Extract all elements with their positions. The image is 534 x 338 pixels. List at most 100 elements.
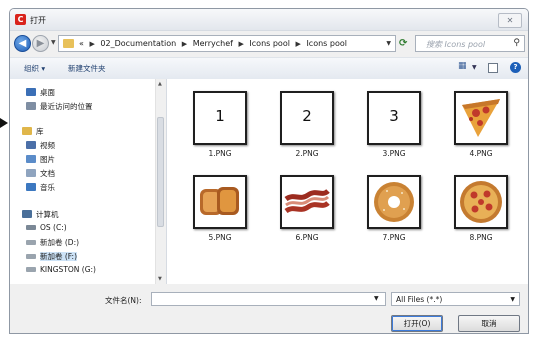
history-dropdown-icon[interactable]: ▼	[51, 39, 56, 46]
pizza-slice-icon	[462, 99, 500, 137]
sidebar-item-drive-d[interactable]: 新加卷 (D:)	[26, 237, 79, 249]
filetype-select[interactable]: All Files (*.*) ▼	[391, 292, 520, 306]
forward-arrow-icon[interactable]: ▶	[32, 35, 49, 52]
window-title: 打开	[30, 16, 46, 25]
filename-label: 文件名(N):	[105, 296, 142, 305]
file-item[interactable]: 5.PNG	[183, 171, 261, 251]
open-button[interactable]: 打开(O)	[391, 315, 443, 332]
help-icon[interactable]: ?	[510, 62, 521, 73]
breadcrumb-separator-icon: ▶	[238, 40, 244, 48]
app-logo-icon: C	[15, 14, 26, 25]
file-name: 5.PNG	[208, 233, 232, 242]
breadcrumb-separator-icon: ▶	[89, 40, 95, 48]
file-name: 3.PNG	[382, 149, 406, 158]
recent-places-icon	[26, 102, 36, 110]
file-item[interactable]: 8.PNG	[444, 171, 522, 251]
breadcrumb-item[interactable]: Icons pool	[306, 39, 347, 48]
toast-icon	[200, 187, 239, 215]
bagel-icon	[374, 182, 414, 222]
videos-icon	[26, 141, 36, 149]
pizza-icon	[460, 181, 502, 223]
close-button[interactable]: ✕	[498, 13, 522, 28]
bacon-icon	[284, 188, 330, 214]
file-thumbnail	[280, 175, 334, 229]
title-bar: C 打开 ✕	[10, 9, 528, 31]
folder-icon	[63, 39, 74, 48]
file-thumbnail: 3	[367, 91, 421, 145]
file-name: 8.PNG	[469, 233, 493, 242]
view-dropdown-icon[interactable]: ▼	[472, 64, 477, 78]
usb-drive-icon	[26, 267, 36, 272]
breadcrumb-separator-icon: ▶	[181, 40, 188, 48]
computer-icon	[22, 210, 32, 218]
file-item[interactable]: 4.PNG	[444, 87, 522, 167]
filename-input[interactable]	[151, 292, 386, 306]
search-icon[interactable]: ⚲	[513, 38, 520, 48]
pictures-icon	[26, 155, 36, 163]
file-name: 6.PNG	[295, 233, 319, 242]
address-dropdown-icon[interactable]: ▼	[386, 40, 391, 47]
breadcrumb-overflow[interactable]: «	[79, 39, 84, 48]
breadcrumb-item[interactable]: 02_Documentation	[100, 39, 176, 48]
sidebar-item-libraries[interactable]: 库	[22, 126, 44, 138]
file-name: 2.PNG	[295, 149, 319, 158]
chevron-down-icon: ▼	[510, 296, 515, 303]
drive-icon	[26, 240, 36, 245]
drive-icon	[26, 254, 36, 259]
scroll-down-icon[interactable]: ▼	[158, 276, 162, 282]
file-item[interactable]: 6.PNG	[270, 171, 348, 251]
breadcrumb: « ▶ 02_Documentation ▶ Merrychef ▶ Icons…	[79, 39, 347, 48]
file-thumbnail	[193, 175, 247, 229]
new-folder-button[interactable]: 新建文件夹	[68, 63, 106, 74]
file-item[interactable]: 7.PNG	[357, 171, 435, 251]
sidebar-item-drive-f[interactable]: 新加卷 (F:)	[26, 251, 77, 263]
navigation-pane: 桌面 最近访问的位置 库 视频 图片 文档 音乐 计算机 OS (C:) 新加卷…	[10, 79, 167, 284]
breadcrumb-item[interactable]: Icons pool	[249, 39, 290, 48]
breadcrumb-item[interactable]: Merrychef	[193, 39, 233, 48]
sidebar-item-computer[interactable]: 计算机	[22, 209, 59, 221]
file-thumbnail	[367, 175, 421, 229]
view-options-icon[interactable]: ▦	[458, 61, 467, 75]
file-name: 7.PNG	[382, 233, 406, 242]
sidebar-item-music[interactable]: 音乐	[26, 182, 55, 194]
organize-menu[interactable]: 组织 ▾	[24, 63, 45, 74]
file-item[interactable]: 1 1.PNG	[183, 87, 261, 167]
music-icon	[26, 183, 36, 191]
cancel-button[interactable]: 取消	[458, 315, 520, 332]
pointer-arrow	[0, 118, 8, 128]
open-file-dialog: C 打开 ✕ ◀ ▶ ▼ « ▶ 02_Documentation ▶ Merr…	[9, 8, 529, 334]
file-thumbnail	[454, 91, 508, 145]
file-thumbnail: 2	[280, 91, 334, 145]
scrollbar-thumb[interactable]	[157, 117, 164, 227]
sidebar-item-drive-c[interactable]: OS (C:)	[26, 223, 67, 235]
sidebar-scrollbar[interactable]: ▲ ▼	[155, 79, 166, 284]
preview-pane-icon[interactable]	[488, 63, 498, 73]
file-item[interactable]: 2 2.PNG	[270, 87, 348, 167]
breadcrumb-separator-icon: ▶	[295, 40, 301, 48]
sidebar-item-desktop[interactable]: 桌面	[26, 87, 55, 99]
file-list: 1 1.PNG 2 2.PNG 3 3.PNG 4.PNG 5.PNG 6.PN…	[167, 79, 528, 284]
refresh-icon[interactable]: ⟳	[399, 38, 407, 49]
file-name: 1.PNG	[208, 149, 232, 158]
back-arrow-icon[interactable]: ◀	[14, 35, 31, 52]
file-thumbnail	[454, 175, 508, 229]
drive-icon	[26, 225, 36, 230]
sidebar-item-recent[interactable]: 最近访问的位置	[26, 101, 93, 113]
sidebar-item-videos[interactable]: 视频	[26, 140, 55, 152]
file-name: 4.PNG	[469, 149, 493, 158]
command-toolbar: 组织 ▾ 新建文件夹 ▦ ▼ ?	[10, 57, 528, 80]
dialog-footer: 文件名(N): ▼ All Files (*.*) ▼ 打开(O) 取消	[10, 285, 528, 333]
search-input[interactable]: 搜索 Icons pool ⚲	[415, 35, 525, 52]
sidebar-item-documents[interactable]: 文档	[26, 168, 55, 180]
file-thumbnail: 1	[193, 91, 247, 145]
address-bar[interactable]: « ▶ 02_Documentation ▶ Merrychef ▶ Icons…	[58, 35, 396, 52]
documents-icon	[26, 169, 36, 177]
filename-dropdown-icon[interactable]: ▼	[374, 295, 379, 302]
filetype-value: All Files (*.*)	[396, 295, 443, 304]
file-item[interactable]: 3 3.PNG	[357, 87, 435, 167]
sidebar-item-pictures[interactable]: 图片	[26, 154, 55, 166]
sidebar-item-drive-g[interactable]: KINGSTON (G:)	[26, 265, 96, 277]
desktop-icon	[26, 88, 36, 96]
scroll-up-icon[interactable]: ▲	[158, 81, 162, 87]
libraries-icon	[22, 127, 32, 135]
